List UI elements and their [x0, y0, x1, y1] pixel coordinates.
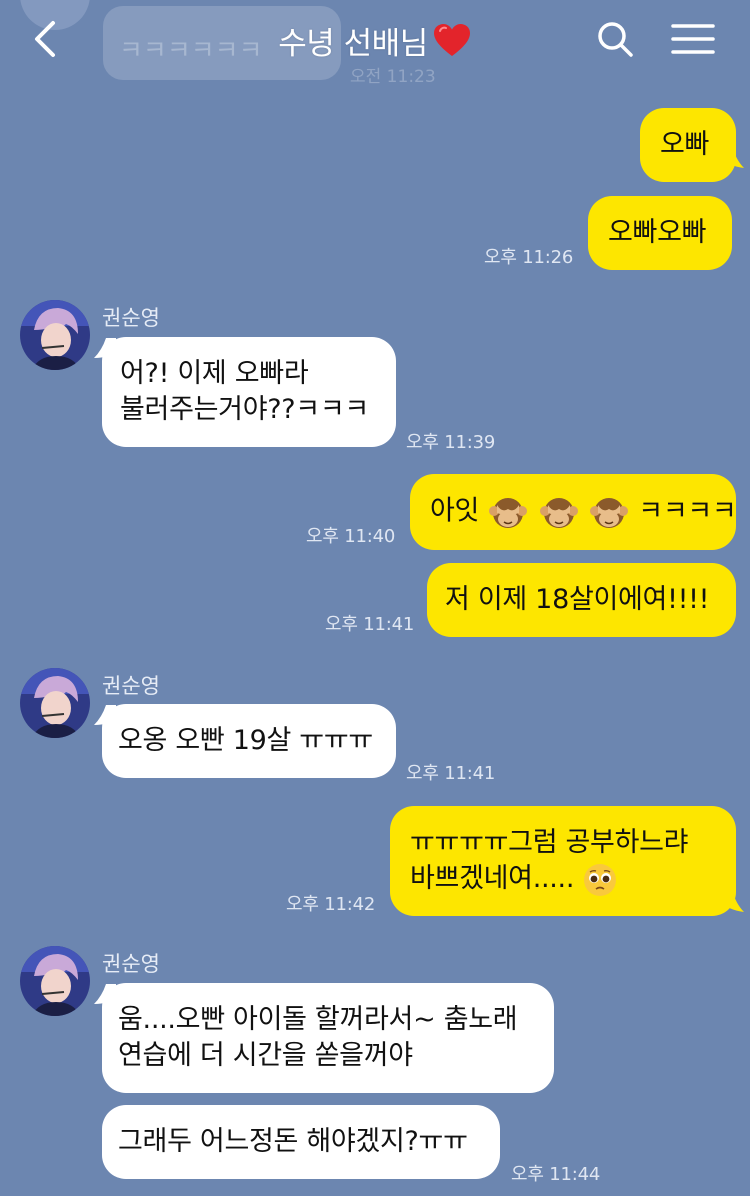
message-time: 오후 11:41	[325, 614, 415, 635]
message-text: 저 이제 18살이에여!!!!	[445, 584, 710, 615]
incoming-message[interactable]: 그래두 어느정돈 해야겠지?ㅠㅠ	[102, 1105, 500, 1179]
profile-photo	[20, 946, 90, 1016]
avatar[interactable]	[20, 946, 90, 1016]
outgoing-message[interactable]: 오빠오빠	[588, 196, 732, 270]
outgoing-message[interactable]: 아잇 ㅋㅋㅋㅋ	[410, 474, 737, 550]
message-time: 오후 11:39	[406, 432, 496, 453]
message-line: 불러주는거야??ㅋㅋㅋ	[120, 394, 369, 425]
bubble-tail	[722, 890, 744, 912]
message-text: 그래두 어느정돈 해야겠지?ㅠㅠ	[118, 1126, 468, 1157]
message-line: ㅠㅠㅠㅠ그럼 공부하느랴	[410, 827, 689, 858]
message-text: 오옹 오빤 19살 ㅠㅠㅠ	[118, 725, 373, 756]
red-heart-icon	[433, 24, 470, 56]
profile-photo	[20, 668, 90, 738]
profile-photo	[20, 300, 90, 370]
incoming-message[interactable]: 오옹 오빤 19살 ㅠㅠㅠ	[102, 704, 396, 778]
message-text: 오빠오빠	[608, 217, 707, 248]
outgoing-message[interactable]: 오빠	[640, 108, 736, 182]
incoming-message[interactable]: 어?! 이제 오빠라 불러주는거야??ㅋㅋㅋ	[102, 337, 396, 447]
chat-title-text: 수녕 선배님	[278, 25, 428, 62]
sender-name: 권순영	[102, 674, 160, 698]
message-text: 아잇	[430, 495, 480, 527]
see-no-evil-monkey-icon	[539, 498, 578, 528]
chat-screen: ㅋㅋㅋㅋㅋㅋ 오전 11:23 수녕 선배님 오빠 오빠오빠 오후 11:26 …	[0, 0, 750, 1196]
chat-header: 수녕 선배님	[0, 0, 750, 80]
message-text-end: ㅋㅋㅋㅋ	[638, 495, 737, 527]
message-line: 움....오빤 아이돌 할꺼라서~ 춤노래	[118, 1004, 518, 1035]
avatar[interactable]	[20, 668, 90, 738]
see-no-evil-monkey-icon	[489, 498, 528, 528]
avatar[interactable]	[20, 300, 90, 370]
message-time: 오후 11:44	[511, 1164, 601, 1185]
sender-name: 권순영	[102, 952, 160, 976]
message-line: 바쁘겠네여.....	[410, 863, 575, 894]
bubble-tail	[722, 146, 744, 168]
outgoing-message[interactable]: ㅠㅠㅠㅠ그럼 공부하느랴 바쁘겠네여.....	[390, 806, 736, 916]
outgoing-message[interactable]: 저 이제 18살이에여!!!!	[427, 563, 736, 637]
message-time: 오후 11:40	[306, 526, 396, 547]
message-time: 오후 11:42	[286, 894, 376, 915]
message-line: 어?! 이제 오빠라	[120, 358, 309, 389]
message-text: 오빠	[660, 129, 710, 160]
sender-name: 권순영	[102, 306, 160, 330]
message-time: 오후 11:41	[406, 763, 496, 784]
incoming-message[interactable]: 움....오빤 아이돌 할꺼라서~ 춤노래 연습에 더 시간을 쏟을꺼야	[102, 983, 554, 1093]
see-no-evil-monkey-icon	[589, 498, 628, 528]
chat-title: 수녕 선배님	[278, 18, 471, 63]
message-line: 연습에 더 시간을 쏟을꺼야	[118, 1040, 413, 1071]
message-time: 오후 11:26	[484, 247, 574, 268]
pleading-face-icon	[584, 863, 617, 896]
